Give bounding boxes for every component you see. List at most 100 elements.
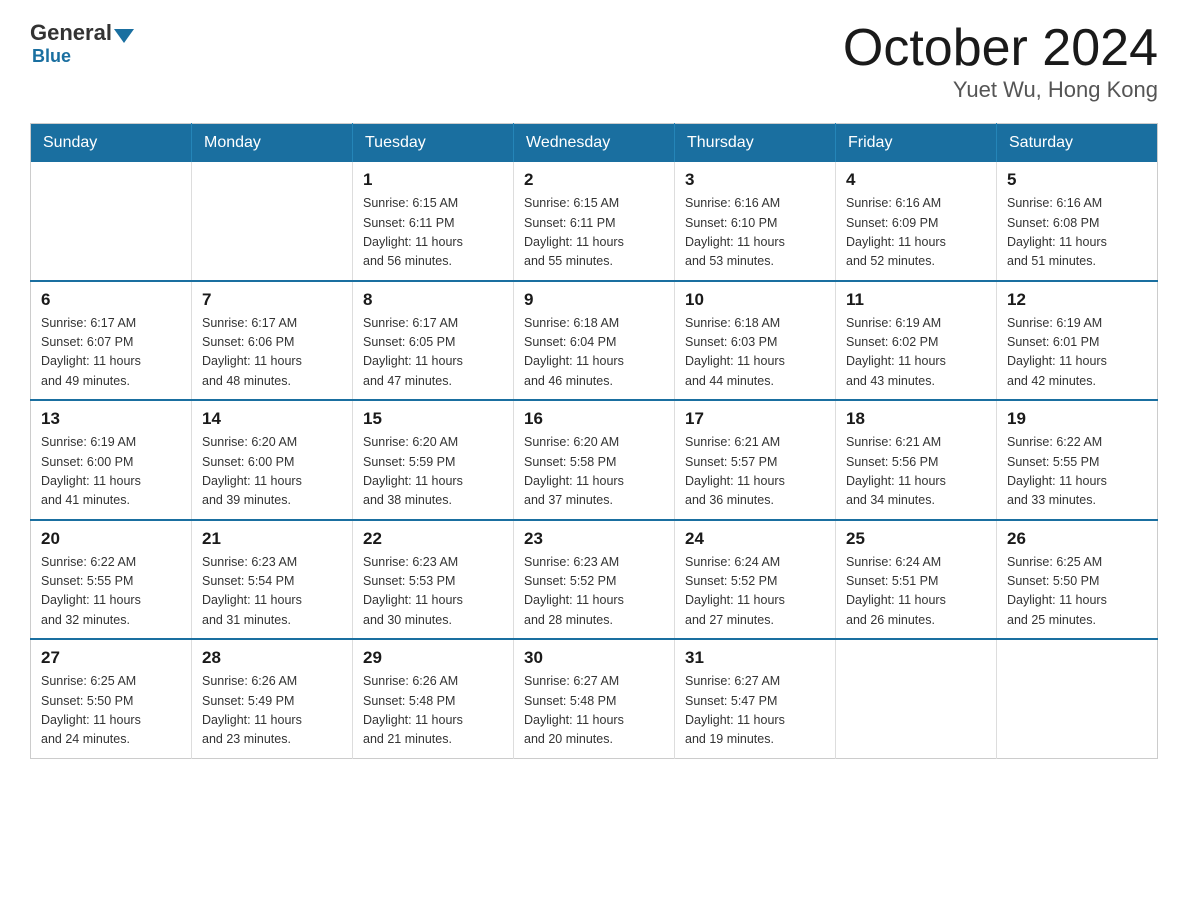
day-info: Sunrise: 6:22 AM Sunset: 5:55 PM Dayligh…: [1007, 433, 1147, 511]
day-info: Sunrise: 6:25 AM Sunset: 5:50 PM Dayligh…: [1007, 553, 1147, 631]
day-number: 10: [685, 290, 825, 310]
calendar-week-row: 27Sunrise: 6:25 AM Sunset: 5:50 PM Dayli…: [31, 639, 1158, 758]
day-number: 11: [846, 290, 986, 310]
day-info: Sunrise: 6:22 AM Sunset: 5:55 PM Dayligh…: [41, 553, 181, 631]
title-area: October 2024 Yuet Wu, Hong Kong: [843, 20, 1158, 103]
day-info: Sunrise: 6:24 AM Sunset: 5:51 PM Dayligh…: [846, 553, 986, 631]
calendar-week-row: 6 Sunrise: 6:17 AM Sunset: 6:07 PM Daylig…: [31, 281, 1158, 401]
calendar-day-cell: 18 Sunrise: 6:21 AM Sunset: 5:56 PM Dayli…: [836, 400, 997, 520]
day-number: 24: [685, 529, 825, 549]
logo-arrow-icon: [114, 29, 134, 43]
calendar-day-cell: 30 Sunrise: 6:27 AM Sunset: 5:48 PM Dayli…: [514, 639, 675, 758]
day-info: Sunrise: 6:17 AM Sunset: 6:05 PM Dayligh…: [363, 314, 503, 392]
day-info: Sunrise: 6:19 AM Sunset: 6:02 PM Dayligh…: [846, 314, 986, 392]
calendar-day-cell: 27Sunrise: 6:25 AM Sunset: 5:50 PM Dayli…: [31, 639, 192, 758]
weekday-header-tuesday: Tuesday: [353, 124, 514, 163]
day-number: 7: [202, 290, 342, 310]
day-number: 1: [363, 170, 503, 190]
day-number: 15: [363, 409, 503, 429]
day-number: 4: [846, 170, 986, 190]
weekday-header-wednesday: Wednesday: [514, 124, 675, 163]
day-number: 5: [1007, 170, 1147, 190]
day-number: 18: [846, 409, 986, 429]
day-info: Sunrise: 6:19 AM Sunset: 6:00 PM Dayligh…: [41, 433, 181, 511]
location-title: Yuet Wu, Hong Kong: [843, 77, 1158, 103]
day-info: Sunrise: 6:26 AM Sunset: 5:49 PM Dayligh…: [202, 672, 342, 750]
day-number: 20: [41, 529, 181, 549]
calendar-week-row: 20 Sunrise: 6:22 AM Sunset: 5:55 PM Dayli…: [31, 520, 1158, 640]
day-number: 16: [524, 409, 664, 429]
day-info: Sunrise: 6:21 AM Sunset: 5:56 PM Dayligh…: [846, 433, 986, 511]
day-number: 2: [524, 170, 664, 190]
logo: General Blue: [30, 20, 136, 67]
day-number: 30: [524, 648, 664, 668]
day-number: 25: [846, 529, 986, 549]
weekday-header-saturday: Saturday: [997, 124, 1158, 163]
day-number: 12: [1007, 290, 1147, 310]
calendar-day-cell: 10 Sunrise: 6:18 AM Sunset: 6:03 PM Dayli…: [675, 281, 836, 401]
calendar-day-cell: 23 Sunrise: 6:23 AM Sunset: 5:52 PM Dayli…: [514, 520, 675, 640]
weekday-header-monday: Monday: [192, 124, 353, 163]
logo-blue-text: Blue: [32, 46, 71, 67]
calendar-day-cell: 6 Sunrise: 6:17 AM Sunset: 6:07 PM Daylig…: [31, 281, 192, 401]
calendar-day-cell: [192, 162, 353, 281]
calendar-day-cell: 8 Sunrise: 6:17 AM Sunset: 6:05 PM Daylig…: [353, 281, 514, 401]
calendar-day-cell: 2 Sunrise: 6:15 AM Sunset: 6:11 PM Daylig…: [514, 162, 675, 281]
calendar-day-cell: [836, 639, 997, 758]
calendar-day-cell: 13Sunrise: 6:19 AM Sunset: 6:00 PM Dayli…: [31, 400, 192, 520]
day-number: 31: [685, 648, 825, 668]
day-number: 3: [685, 170, 825, 190]
day-info: Sunrise: 6:19 AM Sunset: 6:01 PM Dayligh…: [1007, 314, 1147, 392]
day-info: Sunrise: 6:16 AM Sunset: 6:09 PM Dayligh…: [846, 194, 986, 272]
calendar-day-cell: 11 Sunrise: 6:19 AM Sunset: 6:02 PM Dayli…: [836, 281, 997, 401]
calendar-day-cell: 22Sunrise: 6:23 AM Sunset: 5:53 PM Dayli…: [353, 520, 514, 640]
day-info: Sunrise: 6:23 AM Sunset: 5:52 PM Dayligh…: [524, 553, 664, 631]
month-title: October 2024: [843, 20, 1158, 77]
calendar-day-cell: [997, 639, 1158, 758]
day-info: Sunrise: 6:23 AM Sunset: 5:54 PM Dayligh…: [202, 553, 342, 631]
day-info: Sunrise: 6:18 AM Sunset: 6:03 PM Dayligh…: [685, 314, 825, 392]
day-info: Sunrise: 6:21 AM Sunset: 5:57 PM Dayligh…: [685, 433, 825, 511]
calendar-day-cell: 21 Sunrise: 6:23 AM Sunset: 5:54 PM Dayli…: [192, 520, 353, 640]
day-info: Sunrise: 6:20 AM Sunset: 5:59 PM Dayligh…: [363, 433, 503, 511]
day-number: 22: [363, 529, 503, 549]
page-header: General Blue October 2024 Yuet Wu, Hong …: [30, 20, 1158, 103]
day-number: 26: [1007, 529, 1147, 549]
logo-general-text: General: [30, 20, 112, 46]
calendar-day-cell: 7 Sunrise: 6:17 AM Sunset: 6:06 PM Daylig…: [192, 281, 353, 401]
calendar-week-row: 1 Sunrise: 6:15 AM Sunset: 6:11 PM Daylig…: [31, 162, 1158, 281]
calendar-day-cell: 17 Sunrise: 6:21 AM Sunset: 5:57 PM Dayli…: [675, 400, 836, 520]
calendar-day-cell: 15 Sunrise: 6:20 AM Sunset: 5:59 PM Dayli…: [353, 400, 514, 520]
calendar-day-cell: 1 Sunrise: 6:15 AM Sunset: 6:11 PM Daylig…: [353, 162, 514, 281]
calendar-day-cell: 31 Sunrise: 6:27 AM Sunset: 5:47 PM Dayli…: [675, 639, 836, 758]
day-info: Sunrise: 6:17 AM Sunset: 6:06 PM Dayligh…: [202, 314, 342, 392]
day-info: Sunrise: 6:16 AM Sunset: 6:08 PM Dayligh…: [1007, 194, 1147, 272]
day-number: 9: [524, 290, 664, 310]
calendar-day-cell: 28Sunrise: 6:26 AM Sunset: 5:49 PM Dayli…: [192, 639, 353, 758]
day-info: Sunrise: 6:15 AM Sunset: 6:11 PM Dayligh…: [363, 194, 503, 272]
day-info: Sunrise: 6:16 AM Sunset: 6:10 PM Dayligh…: [685, 194, 825, 272]
day-info: Sunrise: 6:15 AM Sunset: 6:11 PM Dayligh…: [524, 194, 664, 272]
calendar-day-cell: 29 Sunrise: 6:26 AM Sunset: 5:48 PM Dayli…: [353, 639, 514, 758]
calendar-day-cell: 5 Sunrise: 6:16 AM Sunset: 6:08 PM Daylig…: [997, 162, 1158, 281]
weekday-header-friday: Friday: [836, 124, 997, 163]
calendar-day-cell: 20 Sunrise: 6:22 AM Sunset: 5:55 PM Dayli…: [31, 520, 192, 640]
day-info: Sunrise: 6:27 AM Sunset: 5:47 PM Dayligh…: [685, 672, 825, 750]
day-info: Sunrise: 6:27 AM Sunset: 5:48 PM Dayligh…: [524, 672, 664, 750]
calendar-day-cell: 3 Sunrise: 6:16 AM Sunset: 6:10 PM Daylig…: [675, 162, 836, 281]
calendar-day-cell: 14Sunrise: 6:20 AM Sunset: 6:00 PM Dayli…: [192, 400, 353, 520]
calendar-day-cell: 26 Sunrise: 6:25 AM Sunset: 5:50 PM Dayli…: [997, 520, 1158, 640]
day-number: 8: [363, 290, 503, 310]
calendar-day-cell: 25 Sunrise: 6:24 AM Sunset: 5:51 PM Dayli…: [836, 520, 997, 640]
day-number: 14: [202, 409, 342, 429]
day-info: Sunrise: 6:17 AM Sunset: 6:07 PM Dayligh…: [41, 314, 181, 392]
day-number: 6: [41, 290, 181, 310]
weekday-header-sunday: Sunday: [31, 124, 192, 163]
day-number: 21: [202, 529, 342, 549]
day-number: 29: [363, 648, 503, 668]
day-info: Sunrise: 6:26 AM Sunset: 5:48 PM Dayligh…: [363, 672, 503, 750]
day-number: 17: [685, 409, 825, 429]
day-number: 23: [524, 529, 664, 549]
calendar-day-cell: 24Sunrise: 6:24 AM Sunset: 5:52 PM Dayli…: [675, 520, 836, 640]
day-info: Sunrise: 6:18 AM Sunset: 6:04 PM Dayligh…: [524, 314, 664, 392]
